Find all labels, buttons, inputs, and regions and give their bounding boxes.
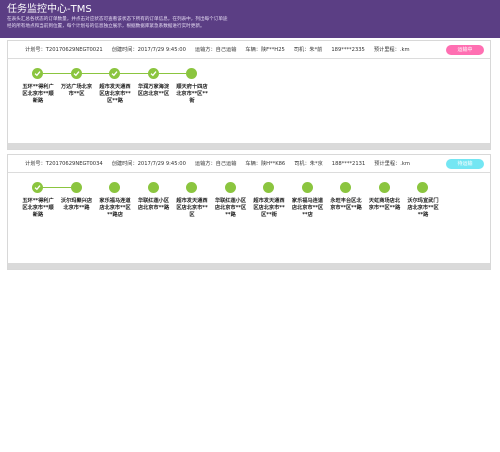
task-info-bar: 计划号：T20170629NEGT0034 创建时间：2017/7/29 9:4… [8, 155, 490, 173]
status-button[interactable]: 待运输 [446, 159, 484, 169]
carrier: 运输方：自己运输 [194, 161, 237, 167]
route-track: 五环**得利广区北京市**顺新路 万达广场北京市**区 超市发天通西区店北京市**区… [8, 59, 490, 139]
stop-dot-icon [224, 182, 236, 193]
page-header: 任务监控中心-TMS 在表头汇总各状态的订单数量，并点击对应状态可查看该状态下所… [0, 0, 500, 38]
route-stop-label: 天虹商场店北京市**区**路 [368, 198, 401, 211]
stop-dot-icon [340, 182, 351, 193]
route-connector [43, 73, 71, 74]
stop-dot-icon [263, 182, 274, 193]
page-description-line-1: 在表头汇总各状态的订单数量，并点击对应状态可查看该状态下所有的订单信息，在列表中… [7, 17, 228, 22]
mileage: 预计里程：.km [374, 161, 410, 167]
route-stop-label: 华联红莲小区店北京市**区**路 [214, 198, 247, 218]
plan-number: 计划号：T20170629NEGT0034 [25, 161, 103, 167]
phone: 188****2131 [331, 160, 366, 167]
route-stop-label: 家乐福马连道店北京市**区**路店 [99, 198, 131, 218]
route-connector [43, 187, 71, 188]
route-stop-label: 华联红莲小区店北京市**路 [137, 198, 170, 211]
created-time: 创建时间：2017/7/29 9:45:00 [111, 47, 186, 53]
route-stop-label: 沃尔玛聚兴店北京市**路 [60, 198, 93, 211]
stop-dot-icon [109, 182, 120, 193]
route-stop-label: 顺天府十四店北京市**区**街 [176, 84, 208, 104]
route-connector [158, 73, 186, 74]
stop-dot-icon [417, 182, 428, 193]
vehicle: 车辆：陕H**K86 [245, 161, 286, 167]
route-stop-label: 家乐福马连道店北京市**区**店 [291, 198, 324, 218]
route-stop-label: 万达广场北京市**区 [60, 84, 93, 97]
stop-dot-icon [301, 182, 313, 193]
page-description-line-2: 经的所有地点和当前到位置，每个计划号的信息独立展示，根据数据库紧急系数据进行实时… [7, 24, 205, 29]
driver: 司机：朱*京 [294, 161, 323, 167]
driver: 司机：朱*前 [293, 47, 323, 53]
route-connector [120, 73, 148, 74]
card-footer-bar [8, 263, 490, 269]
stop-dot-icon [147, 182, 159, 193]
route-stop-label: 五环**得利广区北京市**顺新路 [22, 84, 54, 104]
stop-dot-icon [70, 182, 82, 193]
route-track: 五环**得利广区北京市**顺新路 沃尔玛聚兴店北京市**路 家乐福马连道店北京市**… [8, 173, 490, 253]
status-button[interactable]: 运输中 [446, 45, 484, 55]
vehicle: 车辆：陕F**H25 [245, 47, 285, 53]
carrier: 运输方：自己运输 [194, 47, 237, 53]
route-stop-label: 华润万家海淀区店北京**区 [137, 84, 170, 97]
mileage: 预计里程：.km [373, 47, 410, 53]
task-card: 计划号：T20170629NEGT0021 创建时间：2017/7/29 9:4… [7, 40, 491, 150]
stop-dot-icon [186, 68, 197, 79]
card-footer-bar [8, 143, 490, 149]
check-icon [32, 68, 43, 79]
route-stop-label: 沃尔玛宣武门店北京市**区**路 [407, 198, 439, 218]
task-info-bar: 计划号：T20170629NEGT0021 创建时间：2017/7/29 9:4… [8, 41, 490, 59]
check-icon [70, 68, 82, 79]
stop-dot-icon [186, 182, 197, 193]
phone: 189****2335 [331, 46, 365, 53]
check-icon [32, 182, 43, 193]
plan-number: 计划号：T20170629NEGT0021 [25, 47, 103, 53]
created-time: 创建时间：2017/7/29 9:45:00 [111, 161, 186, 167]
check-icon [109, 68, 120, 79]
page-title: 任务监控中心-TMS [7, 4, 92, 15]
route-stop-label: 超市发天通西区店北京市**区 [176, 198, 208, 218]
route-stop-label: 永旺丰台区北京市**区**路 [330, 198, 362, 211]
task-card: 计划号：T20170629NEGT0034 创建时间：2017/7/29 9:4… [7, 154, 491, 270]
check-icon [147, 68, 159, 79]
route-stop-label: 超市发天通西区店北京市**区**街 [253, 198, 285, 218]
route-connector [81, 73, 109, 74]
stop-dot-icon [378, 182, 390, 193]
route-stop-label: 五环**得利广区北京市**顺新路 [22, 198, 54, 218]
route-stop-label: 超市发天通西区店北京市**区**路 [99, 84, 131, 104]
